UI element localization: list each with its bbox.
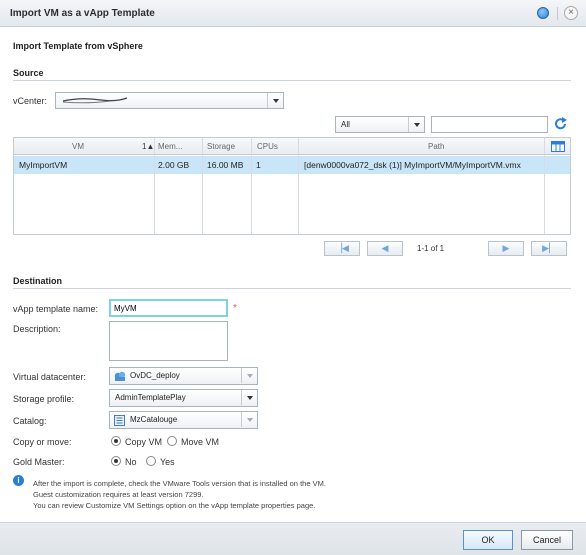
storage-profile-select[interactable]: AdminTemplatePlay: [109, 389, 258, 407]
info-icon: i: [13, 475, 24, 486]
search-input[interactable]: [431, 116, 548, 133]
vm-table: VM 1▲ Mem... Storage CPUs Path MyImportV…: [13, 137, 571, 235]
column-divider: [202, 138, 203, 234]
help-icon[interactable]: [537, 7, 549, 19]
chevron-down-icon: [267, 93, 283, 108]
chevron-down-icon: [241, 390, 257, 405]
title-divider: [557, 7, 558, 20]
vcenter-label: vCenter:: [13, 96, 48, 106]
move-vm-radio[interactable]: [167, 436, 177, 446]
source-divider: [13, 80, 571, 81]
chevron-down-icon: [408, 117, 424, 132]
description-label: Description:: [13, 324, 61, 334]
catalog-select-value: MzCatalouge: [130, 415, 178, 424]
column-chooser-icon[interactable]: [551, 141, 565, 152]
column-divider: [251, 138, 252, 234]
chevron-down-icon: [241, 412, 257, 427]
gold-master-no-radio[interactable]: [111, 456, 121, 466]
dialog-title: Import VM as a vApp Template: [10, 8, 155, 19]
column-header-mem[interactable]: Mem...: [158, 138, 182, 155]
template-name-input[interactable]: [109, 299, 228, 317]
column-divider: [544, 138, 545, 234]
vcenter-select[interactable]: [55, 92, 284, 109]
cell-mem: 2.00 GB: [158, 160, 190, 170]
cell-vm: MyImportVM: [19, 160, 68, 170]
close-icon[interactable]: ×: [564, 6, 578, 20]
page-heading: Import Template from vSphere: [13, 41, 143, 51]
note-line: You can review Customize VM Settings opt…: [33, 501, 316, 510]
vdc-select-value: OvDC_deploy: [130, 371, 180, 380]
destination-section-title: Destination: [13, 276, 63, 286]
note-line: After the import is complete, check the …: [33, 479, 326, 488]
note-line: Guest customization requires at least ve…: [33, 490, 204, 499]
column-header-cpus[interactable]: CPUs: [257, 138, 278, 155]
required-marker: *: [233, 303, 237, 314]
refresh-icon[interactable]: [554, 117, 568, 131]
gold-master-no-label[interactable]: No: [125, 457, 137, 467]
sort-indicator[interactable]: 1▲: [142, 138, 154, 155]
copy-vm-label[interactable]: Copy VM: [125, 437, 162, 447]
vdc-label: Virtual datacenter:: [13, 372, 86, 382]
vcenter-value-icon: [62, 97, 128, 104]
source-section-title: Source: [13, 68, 44, 78]
dialog-titlebar: Import VM as a vApp Template ×: [0, 0, 586, 27]
catalog-icon: [114, 415, 125, 426]
copy-vm-radio[interactable]: [111, 436, 121, 446]
next-page-button[interactable]: ▶: [488, 241, 524, 256]
filter-select-value: All: [341, 120, 350, 129]
last-page-button[interactable]: ▶▏: [531, 241, 567, 256]
column-header-path[interactable]: Path: [428, 138, 444, 155]
ok-button[interactable]: OK: [463, 530, 513, 550]
gold-master-label: Gold Master:: [13, 457, 65, 467]
cell-storage: 16.00 MB: [207, 160, 244, 170]
vm-table-header: VM 1▲ Mem... Storage CPUs Path: [14, 138, 570, 155]
column-header-vm[interactable]: VM: [72, 138, 84, 155]
filter-select[interactable]: All: [335, 116, 425, 133]
description-field[interactable]: [109, 321, 228, 361]
chevron-down-icon: [241, 368, 257, 383]
prev-page-button[interactable]: ◀: [367, 241, 403, 256]
column-divider: [298, 138, 299, 234]
catalog-label: Catalog:: [13, 416, 47, 426]
dialog-footer: OK Cancel: [0, 522, 586, 555]
first-page-button[interactable]: ▕◀: [324, 241, 360, 256]
vdc-select[interactable]: OvDC_deploy: [109, 367, 258, 385]
copy-move-label: Copy or move:: [13, 437, 72, 447]
datacenter-icon: [114, 371, 126, 381]
pager-info: 1-1 of 1: [417, 244, 445, 253]
column-header-storage[interactable]: Storage: [207, 138, 235, 155]
cell-path: [denw0000va072_dsk (1)] MyImportVM/MyImp…: [304, 160, 521, 170]
storage-profile-label: Storage profile:: [13, 394, 75, 404]
cell-cpus: 1: [256, 160, 261, 170]
catalog-select[interactable]: MzCatalouge: [109, 411, 258, 429]
move-vm-label[interactable]: Move VM: [181, 437, 219, 447]
destination-divider: [13, 288, 571, 289]
cancel-button[interactable]: Cancel: [521, 530, 573, 550]
storage-profile-select-value: AdminTemplatePlay: [115, 393, 186, 402]
template-name-label: vApp template name:: [13, 304, 99, 314]
gold-master-yes-label[interactable]: Yes: [160, 457, 175, 467]
column-divider: [154, 138, 155, 234]
gold-master-yes-radio[interactable]: [146, 456, 156, 466]
